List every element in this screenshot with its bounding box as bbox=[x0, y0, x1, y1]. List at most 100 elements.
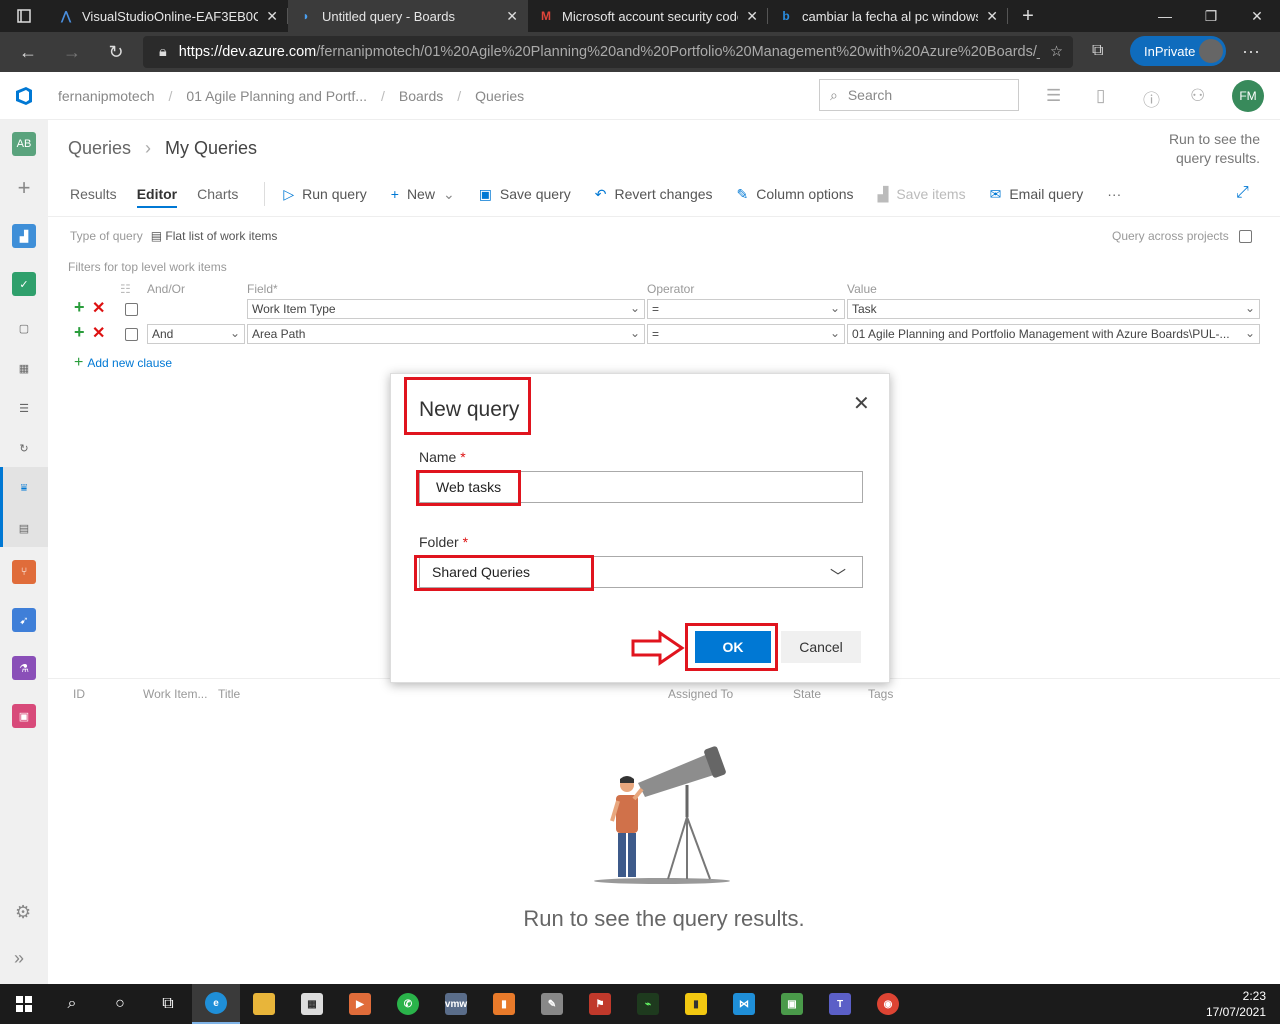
delete-clause-icon[interactable]: ✕ bbox=[92, 298, 105, 318]
results-col-tags[interactable]: Tags bbox=[868, 687, 893, 701]
close-tab-icon[interactable]: ✕ bbox=[986, 8, 998, 25]
results-col-id[interactable]: ID bbox=[73, 687, 85, 701]
add-clause-icon[interactable]: + bbox=[74, 322, 85, 343]
save-items-button[interactable]: ▟ Save items bbox=[878, 186, 966, 203]
expand-icon[interactable]: ⤢ bbox=[1236, 184, 1249, 202]
backlogs-icon[interactable]: ☰ bbox=[12, 396, 36, 420]
operator-select[interactable]: = ⌄ bbox=[647, 324, 845, 344]
terminal-app-icon[interactable]: ⌁ bbox=[624, 984, 672, 1024]
cortana-icon[interactable]: ○ bbox=[96, 984, 144, 1024]
revert-changes-button[interactable]: ↶ Revert changes bbox=[595, 186, 713, 203]
group-clauses-icon[interactable]: ☷ bbox=[120, 282, 131, 296]
pinned-app-icon[interactable]: ⚑ bbox=[576, 984, 624, 1024]
field-select[interactable]: Work Item Type ⌄ bbox=[247, 299, 645, 319]
teams-icon[interactable]: T bbox=[816, 984, 864, 1024]
collapse-nav-icon[interactable]: » bbox=[14, 948, 24, 969]
add-icon[interactable]: + bbox=[12, 175, 36, 200]
collections-icon[interactable]: ⧉ bbox=[1092, 42, 1103, 60]
browser-tab-visualstudio[interactable]: ⋀ VisualStudioOnline-EAF3EB0C32 ✕ bbox=[48, 0, 288, 32]
cancel-button[interactable]: Cancel bbox=[781, 631, 861, 663]
browser-tab-gmail[interactable]: M Microsoft account security code ✕ bbox=[528, 0, 768, 32]
user-settings-icon[interactable]: ⚇ bbox=[1190, 86, 1205, 106]
breadcrumb-boards[interactable]: Boards bbox=[399, 88, 443, 104]
results-col-title[interactable]: Title bbox=[218, 687, 240, 701]
delivery-plans-icon[interactable]: ▤ bbox=[12, 516, 36, 540]
close-tab-icon[interactable]: ✕ bbox=[266, 8, 278, 25]
forward-icon[interactable]: → bbox=[50, 32, 94, 72]
new-button[interactable]: + New ⌄ bbox=[391, 186, 455, 203]
windows-start-icon[interactable] bbox=[0, 984, 48, 1024]
marketplace-bag-icon[interactable]: ▯ bbox=[1096, 86, 1105, 106]
boards-icon[interactable]: ✓ bbox=[12, 272, 36, 296]
help-icon[interactable]: ⓘ bbox=[1143, 86, 1160, 111]
clause-checkbox[interactable] bbox=[125, 328, 138, 341]
overview-icon[interactable]: ▟ bbox=[12, 224, 36, 248]
file-explorer-icon[interactable] bbox=[240, 984, 288, 1024]
query-type-select[interactable]: ▤ Flat list of work items bbox=[151, 229, 278, 243]
more-actions-icon[interactable]: ··· bbox=[1107, 186, 1121, 202]
inprivate-button[interactable]: InPrivate bbox=[1130, 36, 1226, 66]
tab-actions-icon[interactable] bbox=[0, 0, 48, 32]
minimize-icon[interactable]: — bbox=[1142, 0, 1188, 32]
field-select[interactable]: Area Path ⌄ bbox=[247, 324, 645, 344]
work-items-icon[interactable]: ▢ bbox=[12, 316, 36, 340]
close-tab-icon[interactable]: ✕ bbox=[506, 8, 518, 25]
search-icon[interactable]: ⌕ bbox=[48, 984, 96, 1024]
tab-editor[interactable]: Editor bbox=[136, 186, 178, 208]
boards-board-icon[interactable]: ▦ bbox=[12, 356, 36, 380]
operator-select[interactable]: = ⌄ bbox=[647, 299, 845, 319]
breadcrumb-project[interactable]: 01 Agile Planning and Portf... bbox=[186, 88, 367, 104]
browser-menu-icon[interactable]: ··· bbox=[1242, 41, 1260, 62]
repos-icon[interactable]: ⑂ bbox=[12, 560, 36, 584]
project-avatar[interactable]: AB bbox=[12, 132, 36, 156]
task-view-icon[interactable]: ⧉ bbox=[144, 984, 192, 1024]
tab-results[interactable]: Results bbox=[70, 186, 117, 202]
favorite-star-icon[interactable]: ☆ bbox=[1050, 44, 1063, 60]
media-player-icon[interactable]: ▶ bbox=[336, 984, 384, 1024]
chrome-icon[interactable]: ◉ bbox=[864, 984, 912, 1024]
title-root[interactable]: Queries bbox=[68, 138, 131, 158]
results-col-type[interactable]: Work Item... bbox=[143, 687, 207, 701]
value-select[interactable]: Task ⌄ bbox=[847, 299, 1260, 319]
restore-icon[interactable]: ❐ bbox=[1188, 0, 1234, 32]
search-input[interactable]: ⌕ Search bbox=[819, 79, 1019, 111]
browser-tab-bing[interactable]: b cambiar la fecha al pc windows 1 ✕ bbox=[768, 0, 1008, 32]
url-field[interactable]: 🔒︎ https://dev.azure.com /fernanipmotech… bbox=[143, 36, 1073, 68]
user-avatar[interactable]: FM bbox=[1232, 80, 1264, 112]
andor-select[interactable]: And ⌄ bbox=[147, 324, 245, 344]
artifacts-icon[interactable]: ▣ bbox=[12, 704, 36, 728]
delete-clause-icon[interactable]: ✕ bbox=[92, 323, 105, 343]
value-select[interactable]: 01 Agile Planning and Portfolio Manageme… bbox=[847, 324, 1260, 344]
results-col-assigned[interactable]: Assigned To bbox=[668, 687, 733, 701]
new-tab-icon[interactable]: + bbox=[1008, 0, 1048, 32]
column-options-button[interactable]: ✎ Column options bbox=[737, 186, 854, 203]
query-across-checkbox[interactable] bbox=[1238, 229, 1252, 243]
whatsapp-icon[interactable]: ✆ bbox=[384, 984, 432, 1024]
power-bi-icon[interactable]: ▮ bbox=[672, 984, 720, 1024]
title-current[interactable]: My Queries bbox=[165, 138, 257, 158]
browser-tab-boards[interactable]: ◗ Untitled query - Boards ✕ bbox=[288, 0, 528, 32]
list-settings-icon[interactable]: ☰ bbox=[1046, 86, 1061, 106]
close-window-icon[interactable]: ✕ bbox=[1234, 0, 1280, 32]
add-new-clause-link[interactable]: + Add new clause bbox=[74, 354, 172, 372]
back-icon[interactable]: ← bbox=[6, 32, 50, 72]
results-col-state[interactable]: State bbox=[793, 687, 821, 701]
vmware-icon[interactable]: vmw bbox=[432, 984, 480, 1024]
test-plans-icon[interactable]: ⚗ bbox=[12, 656, 36, 680]
add-clause-icon[interactable]: + bbox=[74, 297, 85, 318]
pipelines-icon[interactable]: ➹ bbox=[12, 608, 36, 632]
email-query-button[interactable]: ✉ Email query bbox=[990, 186, 1084, 203]
vscode-icon[interactable]: ⋈ bbox=[720, 984, 768, 1024]
close-tab-icon[interactable]: ✕ bbox=[746, 8, 758, 25]
refresh-icon[interactable]: ↻ bbox=[94, 32, 138, 72]
close-icon[interactable]: ✕ bbox=[853, 391, 870, 416]
queries-icon[interactable]: ⩸ bbox=[12, 476, 36, 500]
breadcrumb-queries[interactable]: Queries bbox=[475, 88, 524, 104]
taskbar-clock[interactable]: 2:23 17/07/2021 bbox=[1206, 988, 1266, 1020]
notes-app-icon[interactable]: ▮ bbox=[480, 984, 528, 1024]
screenshot-app-icon[interactable]: ▣ bbox=[768, 984, 816, 1024]
save-query-button[interactable]: ▣ Save query bbox=[479, 186, 571, 203]
clause-checkbox[interactable] bbox=[125, 303, 138, 316]
paint-icon[interactable]: ✎ bbox=[528, 984, 576, 1024]
project-settings-icon[interactable]: ⚙ bbox=[15, 902, 31, 923]
